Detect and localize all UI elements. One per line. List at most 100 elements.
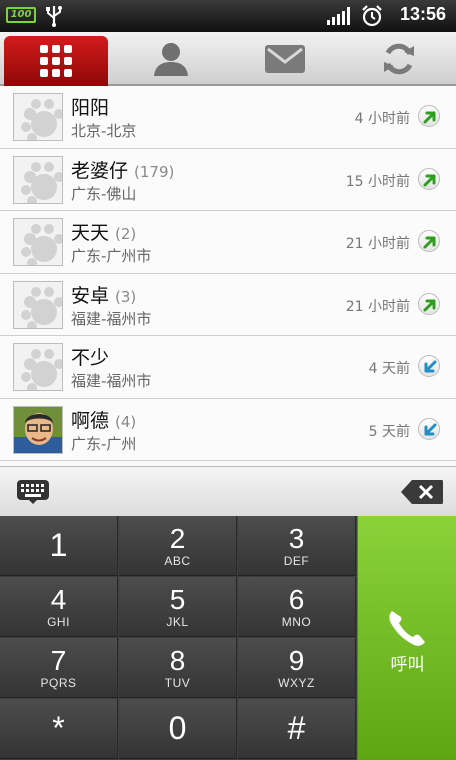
default-avatar-icon bbox=[14, 344, 62, 390]
contact-avatar[interactable] bbox=[13, 93, 63, 141]
default-avatar-icon bbox=[14, 219, 62, 265]
incoming-call-icon bbox=[424, 360, 437, 373]
key-digit: 4 bbox=[50, 584, 67, 615]
contact-name-line: 啊德 (4) bbox=[71, 406, 136, 433]
key-digit: 2 bbox=[169, 523, 186, 554]
dialpad-key[interactable]: * bbox=[0, 699, 118, 759]
call-log-row[interactable]: 老婆仔 (179) 广东-佛山 15 小时前 bbox=[0, 148, 456, 211]
contact-location: 福建-福州市 bbox=[71, 372, 152, 390]
call-log-row[interactable]: 阳阳 北京-北京 4 小时前 bbox=[0, 86, 456, 149]
contact-avatar[interactable] bbox=[13, 405, 63, 454]
key-letters: GHI bbox=[47, 615, 70, 629]
contact-avatar[interactable] bbox=[13, 218, 63, 266]
contact-name: 不少 bbox=[71, 347, 110, 369]
call-time: 5 天前 bbox=[368, 423, 410, 440]
contact-name: 安卓 bbox=[71, 284, 110, 307]
tab-dialer[interactable] bbox=[4, 36, 108, 86]
dialpad-key[interactable]: 7 PQRS bbox=[0, 638, 118, 698]
outgoing-call-icon bbox=[423, 174, 436, 186]
contact-name-line: 天天 (2) bbox=[71, 218, 136, 245]
key-digit: 9 bbox=[288, 645, 305, 676]
battery-level: 100 bbox=[10, 9, 32, 20]
outgoing-call-icon bbox=[423, 236, 436, 249]
call-type-badge bbox=[418, 355, 440, 377]
call-time: 4 天前 bbox=[368, 361, 410, 377]
call-type-badge bbox=[418, 292, 440, 315]
key-digit: # bbox=[287, 710, 306, 746]
contact-location: 广东-佛山 bbox=[71, 184, 137, 203]
sync-icon bbox=[384, 43, 414, 75]
keyboard-icon[interactable] bbox=[16, 479, 50, 505]
key-digit: 8 bbox=[169, 645, 186, 676]
envelope-icon bbox=[265, 45, 305, 73]
status-bar: 100 13:56 bbox=[0, 0, 456, 32]
key-letters: WXYZ bbox=[278, 676, 315, 690]
key-digit: 6 bbox=[288, 584, 305, 615]
call-log-row[interactable]: 天天 (2) 广东-广州市 21 小时前 bbox=[0, 211, 456, 274]
tab-sync[interactable] bbox=[342, 32, 456, 86]
key-letters: TUV bbox=[164, 676, 191, 690]
dialpad-key[interactable]: 9 WXYZ bbox=[238, 638, 356, 698]
dialpad-key[interactable]: 5 JKL bbox=[119, 577, 237, 637]
call-log-list: 阳阳 北京-北京 4 小时前 老婆仔 (179) 广东-佛山 15 小时前 天天… bbox=[0, 86, 456, 466]
outgoing-call-icon bbox=[423, 111, 436, 124]
battery-icon: 100 bbox=[6, 7, 36, 23]
key-digit: 0 bbox=[168, 710, 187, 746]
key-digit: 1 bbox=[49, 527, 68, 563]
dialpad-key[interactable]: 1 bbox=[0, 516, 118, 576]
person-icon bbox=[154, 43, 188, 76]
contact-avatar[interactable] bbox=[13, 343, 63, 391]
call-log-row[interactable]: 啊德 (4) 广东-广州 5 天前 bbox=[0, 398, 456, 461]
dialpad: 1 2 ABC 3 DEF 4 GHI 5 JKL 6 MNO 7 PQRS 8 TUV 9 WXYZ * 0 # bbox=[0, 516, 357, 760]
tab-contacts[interactable] bbox=[114, 32, 228, 86]
tab-bar bbox=[0, 32, 456, 86]
alarm-clock-icon bbox=[362, 5, 382, 27]
contact-name: 啊德 bbox=[71, 409, 110, 432]
phone-handset-icon bbox=[389, 611, 425, 646]
contact-name: 天天 bbox=[71, 222, 110, 244]
call-type-badge bbox=[418, 417, 440, 440]
call-log-row[interactable]: 不少 福建-福州市 4 天前 bbox=[0, 336, 456, 399]
key-letters: ABC bbox=[164, 554, 191, 568]
dialpad-key[interactable]: # bbox=[238, 699, 356, 759]
contact-name: 阳阳 bbox=[71, 97, 110, 119]
dialpad-key[interactable]: 3 DEF bbox=[238, 516, 356, 576]
key-letters: DEF bbox=[283, 554, 310, 568]
default-avatar-icon bbox=[14, 281, 62, 328]
contact-location: 广东-广州 bbox=[71, 434, 137, 453]
contact-name: 老婆仔 bbox=[71, 159, 129, 182]
contact-avatar[interactable] bbox=[13, 280, 63, 329]
key-letters: MNO bbox=[281, 615, 312, 629]
key-digit: 7 bbox=[50, 645, 67, 676]
dialpad-grid-icon bbox=[40, 45, 72, 77]
dialpad-key[interactable]: 0 bbox=[119, 699, 237, 759]
dialpad-key[interactable]: 4 GHI bbox=[0, 577, 118, 637]
key-digit: 5 bbox=[169, 584, 186, 615]
number-input-bar[interactable] bbox=[0, 466, 456, 516]
contact-location: 福建-福州市 bbox=[71, 309, 152, 328]
dialpad-key[interactable]: 8 TUV bbox=[119, 638, 237, 698]
contact-name-line: 不少 bbox=[71, 343, 115, 370]
contact-location: 北京-北京 bbox=[71, 122, 137, 140]
backspace-button[interactable] bbox=[400, 479, 444, 505]
incoming-call-icon bbox=[424, 423, 437, 435]
call-time: 21 小时前 bbox=[345, 298, 410, 315]
contact-avatar[interactable] bbox=[13, 155, 63, 204]
contact-name-line: 安卓 (3) bbox=[71, 281, 136, 308]
default-avatar-icon bbox=[14, 156, 62, 203]
outgoing-call-icon bbox=[423, 299, 436, 311]
contact-location: 广东-广州市 bbox=[71, 247, 152, 265]
call-type-badge bbox=[418, 167, 440, 190]
tab-messages[interactable] bbox=[228, 32, 342, 86]
call-button[interactable]: 呼叫 bbox=[357, 516, 456, 760]
photo-avatar-icon bbox=[14, 406, 62, 453]
usb-icon bbox=[46, 6, 62, 27]
call-log-row[interactable]: 安卓 (3) 福建-福州市 21 小时前 bbox=[0, 273, 456, 336]
call-type-badge bbox=[418, 230, 440, 252]
call-label: 呼叫 bbox=[390, 655, 425, 675]
call-count: (4) bbox=[115, 412, 137, 431]
call-count: (3) bbox=[115, 287, 137, 306]
call-time: 4 小时前 bbox=[354, 111, 410, 127]
dialpad-key[interactable]: 2 ABC bbox=[119, 516, 237, 576]
dialpad-key[interactable]: 6 MNO bbox=[238, 577, 356, 637]
